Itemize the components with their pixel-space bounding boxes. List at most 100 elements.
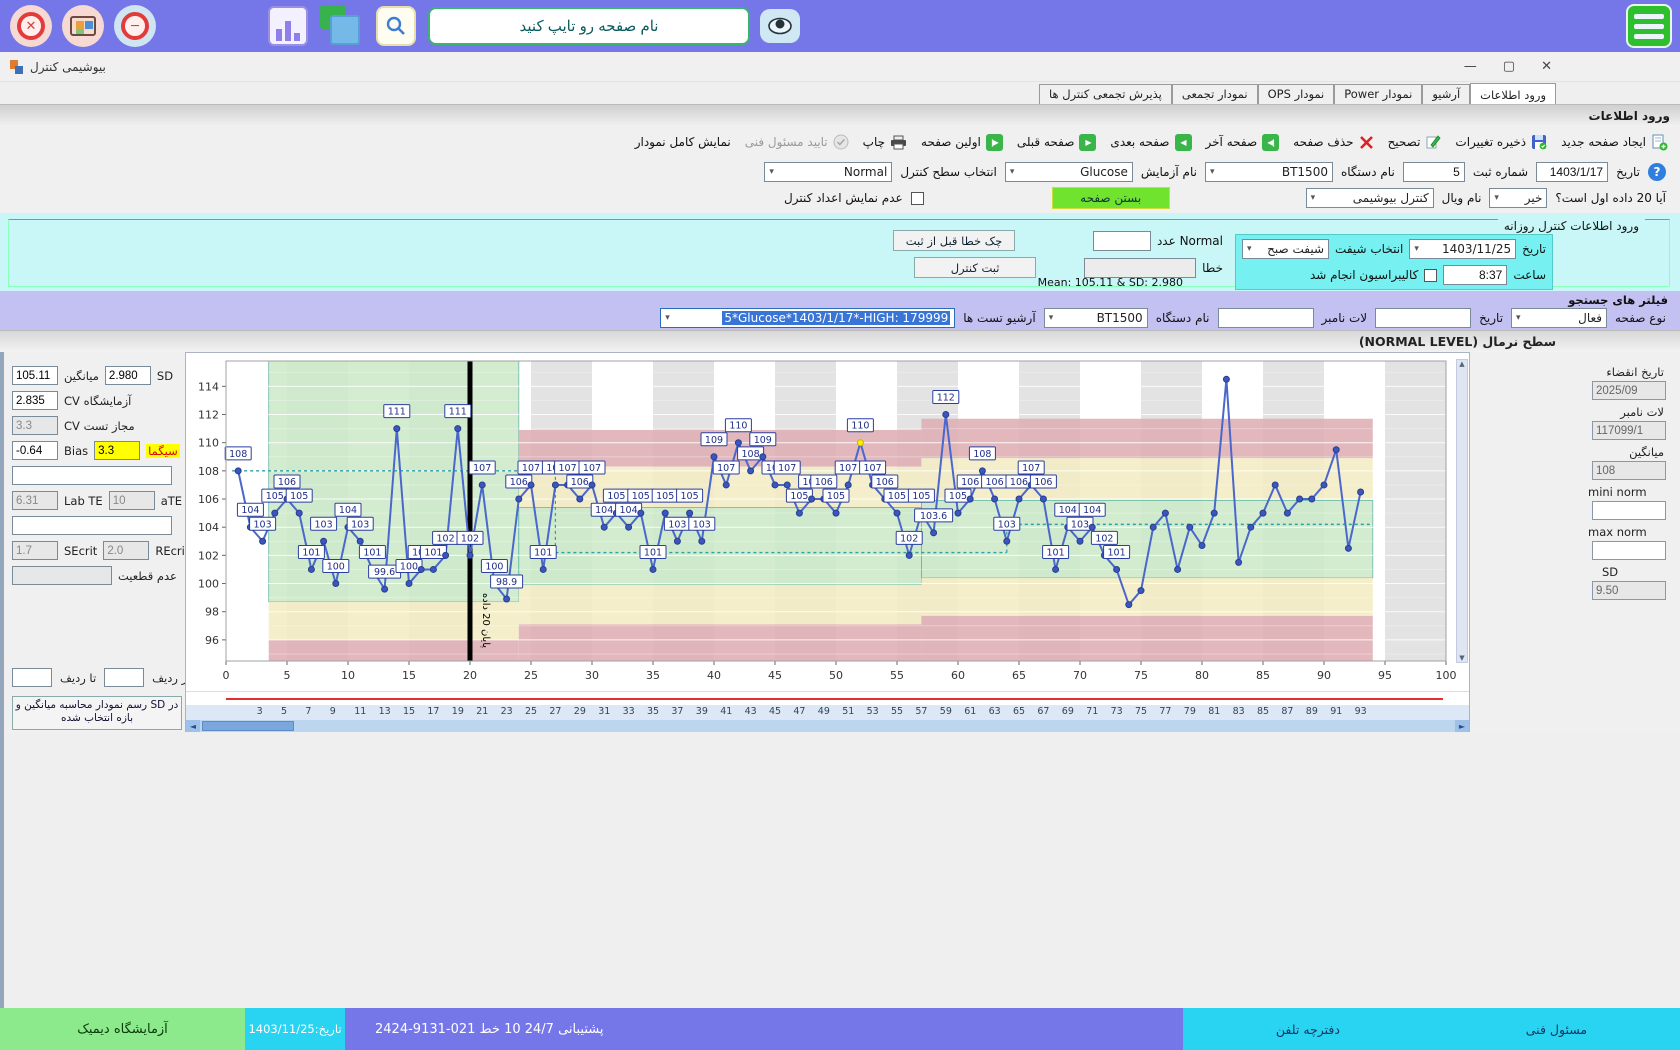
empty-area [0,732,1680,1008]
first-page-button[interactable]: ▶|اولین صفحه [921,134,1003,151]
help-icon[interactable]: ? [1648,163,1666,181]
daily-value-panel: عدد Normal چک خطا قبل از ثبت خطا ثبت کنت… [603,230,1223,278]
mini-norm-field[interactable] [1592,501,1666,520]
daily-date-combobox[interactable]: 1403/11/25▾ [1409,239,1516,259]
first20-combobox[interactable]: خیر▾ [1489,188,1547,208]
svg-text:107: 107 [839,463,857,474]
uncertainty-field[interactable] [12,566,112,585]
to-row-field[interactable] [12,668,52,687]
submit-control-button[interactable]: ثبت کنترل [914,257,1036,278]
bias-field[interactable] [12,441,58,460]
new-page-button[interactable]: ایجاد صفحه جدید [1561,134,1668,151]
shift-combobox[interactable]: شیفت صبح▾ [1242,239,1329,259]
sd-field[interactable] [105,366,151,385]
print-button[interactable]: چاپ [863,135,907,150]
time-field[interactable] [1443,265,1507,285]
search-shortcut-button[interactable] [376,6,416,46]
calibration-checkbox[interactable] [1424,269,1437,282]
sigma-field[interactable] [94,441,140,460]
save-changes-button[interactable]: ذخیره تغییرات [1455,134,1547,150]
svg-text:104: 104 [198,521,219,534]
mean-field[interactable] [12,366,58,385]
tab-ops-chart[interactable]: نمودار OPS [1258,84,1335,104]
max-norm-field[interactable] [1592,541,1666,560]
error-field[interactable] [1084,258,1196,278]
chart-horizontal-scrollbar[interactable]: ◄ ► [186,720,1469,732]
filter-device-combobox[interactable]: BT1500▾ [1044,308,1148,328]
delete-page-button[interactable]: حذف صفحه [1293,135,1373,150]
phonebook-link[interactable]: دفترچه تلفن [1276,1022,1340,1037]
bar-chart-icon [276,29,282,41]
target-mean-field[interactable] [1592,461,1666,480]
device-combobox[interactable]: BT1500▾ [1205,162,1333,182]
sigma-label: سیگما [146,444,180,458]
scroll-up-icon[interactable]: ▲ [1459,360,1464,368]
filter-date-field[interactable] [1375,308,1471,328]
cv-allowed-field[interactable] [12,416,58,435]
target-sd-field[interactable] [1592,581,1666,600]
archive-tests-combobox[interactable]: 5*Glucose*1403/1/17*-HIGH: 179999▾ [660,308,955,328]
minus-icon: ─ [121,12,149,40]
test-combobox[interactable]: Glucose▾ [1005,162,1133,182]
close-app-button[interactable]: ✕ [10,5,52,47]
layout-shortcut-button[interactable] [318,5,362,47]
hide-numbers-checkbox[interactable] [911,192,924,205]
scroll-right-icon[interactable]: ► [1455,720,1469,732]
scroll-left-icon[interactable]: ◄ [186,720,200,732]
control-level-combobox[interactable]: Normal▾ [764,162,892,182]
last-page-button[interactable]: |◀صفحه آخر [1206,134,1280,151]
svg-text:104: 104 [241,505,259,516]
svg-text:102: 102 [1095,533,1113,544]
close-page-button[interactable]: بستن صفحه [1052,187,1170,209]
scroll-down-icon[interactable]: ▼ [1459,654,1464,662]
svg-text:102: 102 [900,533,918,544]
svg-text:101: 101 [534,547,552,558]
svg-text:107: 107 [717,463,735,474]
filter-lot-field[interactable] [1218,308,1314,328]
expiry-field[interactable] [1592,381,1666,400]
view-button[interactable] [760,9,800,43]
svg-text:102: 102 [461,533,479,544]
next-page-button[interactable]: ◀صفحه بعدی [1110,134,1191,151]
draw-range-chart-button[interactable]: رسم نمودار محاسبه میانگین و SD در بازه ا… [12,696,182,730]
page-name-input[interactable] [428,7,750,45]
close-button[interactable]: ✕ [1541,59,1552,74]
shift-label: انتخاب شیفت [1335,242,1403,256]
scrollbar-thumb[interactable] [202,721,294,731]
tab-cumulative-chart[interactable]: نمودار تجمعی [1172,84,1258,104]
date-field[interactable] [1536,162,1608,182]
lab-te-field[interactable] [12,491,58,510]
edit-button[interactable]: تصحیح [1388,134,1442,150]
row-number: 83 [1233,706,1245,717]
hamburger-menu-button[interactable] [1626,4,1672,48]
prev-page-button[interactable]: ▶صفحه قبلی [1017,134,1097,151]
lot-number-field[interactable] [1592,421,1666,440]
charts-shortcut-button[interactable] [268,6,308,46]
secrit-field[interactable] [12,541,58,560]
page-type-combobox[interactable]: فعال▾ [1511,308,1607,328]
reg-number-field[interactable] [1403,162,1465,182]
tech-manager-link[interactable]: مسئول فنی [1526,1022,1587,1037]
full-chart-button[interactable]: نمایش کامل نمودار [635,135,731,149]
lj-chart-canvas[interactable]: پایان 20 داده108104103105106105101103100… [186,353,1469,692]
extra-field-2[interactable] [12,516,172,535]
tab-cumulative-acceptance[interactable]: پذیرش تجمعی کنترل ها [1039,84,1172,104]
tab-data-entry[interactable]: ورود اطلاعات [1470,83,1556,105]
tab-archive[interactable]: آرشیو [1422,84,1470,104]
tab-power-chart[interactable]: نمودار Power [1334,84,1422,104]
approve-tech-button[interactable]: تایید مسئول فنی [745,134,849,150]
maximize-button[interactable]: ▢ [1503,59,1515,74]
normal-value-field[interactable] [1093,231,1151,251]
desktop-button[interactable] [62,5,104,47]
cv-lab-field[interactable] [12,391,58,410]
chart-vertical-scrollbar[interactable]: ▲ ▼ [1456,359,1468,663]
vial-combobox[interactable]: کنترل بیوشیمی▾ [1306,188,1434,208]
ate-field[interactable] [109,491,155,510]
recrit-field[interactable] [103,541,149,560]
minimize-app-button[interactable]: ─ [114,5,156,47]
minimize-button[interactable]: — [1464,59,1477,74]
check-error-button[interactable]: چک خطا قبل از ثبت [893,230,1015,251]
from-row-field[interactable] [104,668,144,687]
extra-field-1[interactable] [12,466,172,485]
svg-text:پایان 20 داده: پایان 20 داده [480,593,491,648]
